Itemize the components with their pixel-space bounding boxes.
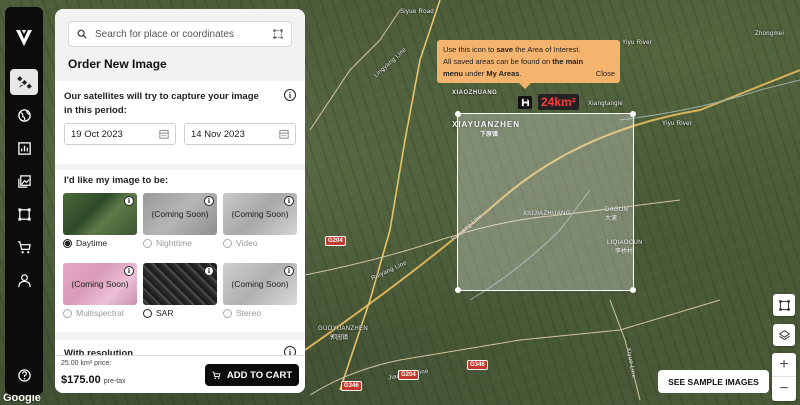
aoi-handle-bottom-right[interactable] [630, 287, 636, 293]
nav-item-analytics[interactable] [10, 135, 38, 161]
app-logo-icon[interactable] [14, 28, 34, 48]
option-daytime[interactable]: i Daytime [63, 193, 137, 248]
sar-thumbnail: i [143, 263, 217, 305]
save-area-tooltip: Use this icon to save the Area of Intere… [437, 40, 620, 89]
add-to-cart-button[interactable]: ADD TO CART [205, 364, 299, 386]
multispectral-radio[interactable] [63, 308, 72, 318]
aoi-label: 24km² [518, 94, 579, 110]
search-icon [77, 29, 87, 39]
area-select-icon [17, 207, 31, 221]
draw-area-button[interactable] [773, 294, 795, 316]
option-video[interactable]: (Coming Soon) i Video [223, 193, 297, 248]
route-shield-g346: G346 [341, 381, 362, 391]
zoom-in-button[interactable]: + [772, 353, 796, 377]
save-area-icon[interactable] [518, 95, 532, 109]
info-icon[interactable]: i [124, 196, 134, 206]
order-panel: Order New Image Our satellites will try … [55, 9, 305, 393]
video-thumbnail: (Coming Soon) i [223, 193, 297, 235]
info-icon[interactable]: i [204, 196, 214, 206]
nighttime-radio[interactable] [143, 238, 152, 248]
order-footer: 25.00 km² price: $175.00 pre-tax ADD TO C… [55, 355, 305, 393]
sar-radio[interactable] [143, 308, 152, 318]
main-nav [5, 7, 43, 395]
capture-period-card: Our satellites will try to capture your … [55, 81, 305, 164]
map-label-xiaozhuang: XIAOZHUANG [452, 90, 498, 96]
help-icon [17, 368, 31, 382]
aoi-handle-bottom-left[interactable] [455, 287, 461, 293]
option-nighttime[interactable]: (Coming Soon) i Nighttime [143, 193, 217, 248]
image-type-text: I'd like my image to be: [64, 175, 169, 186]
nighttime-thumbnail: (Coming Soon) i [143, 193, 217, 235]
user-icon [17, 273, 31, 287]
draw-area-icon[interactable] [273, 29, 283, 39]
map-label-zhongmei: Zhongmei [755, 31, 785, 37]
cart-icon [17, 240, 31, 253]
nav-item-satellite[interactable] [10, 69, 38, 95]
multispectral-thumbnail: (Coming Soon) i [63, 263, 137, 305]
route-shield-g204-b: G204 [398, 370, 419, 380]
end-date-value: 14 Nov 2023 [191, 128, 245, 140]
route-shield-g346-b: G346 [467, 360, 488, 370]
panel-title: Order New Image [68, 57, 167, 71]
stereo-thumbnail: (Coming Soon) i [223, 263, 297, 305]
start-date-field[interactable]: 19 Oct 2023 [64, 123, 176, 145]
nav-item-areas[interactable] [10, 201, 38, 227]
satellite-icon [16, 75, 32, 89]
layers-icon [778, 329, 790, 340]
zoom-out-button[interactable]: − [772, 377, 796, 401]
zoom-control: + − [772, 353, 796, 401]
globe-icon [17, 108, 31, 122]
stereo-radio[interactable] [223, 308, 232, 318]
video-radio[interactable] [223, 238, 232, 248]
daytime-radio[interactable] [63, 238, 72, 248]
area-select-icon [778, 299, 790, 311]
nav-item-cart[interactable] [10, 234, 38, 260]
map-label-xiangtangle: Xiangtangle [588, 101, 623, 107]
chart-icon [17, 141, 31, 155]
map-label-guoyuanzhen: GUOYUANZHEN 郭园镇 [318, 326, 368, 341]
price-label: 25.00 km² price: [61, 360, 112, 367]
search-input[interactable] [95, 28, 273, 40]
info-icon[interactable]: i [284, 266, 294, 276]
images-icon [17, 174, 31, 188]
cart-icon [212, 371, 221, 379]
layers-button[interactable] [773, 324, 795, 346]
nav-item-account[interactable] [10, 267, 38, 293]
image-type-card: I'd like my image to be: i Daytime (Comi… [55, 170, 305, 332]
capture-period-text: Our satellites will try to capture your … [64, 91, 259, 116]
search-box [68, 21, 292, 47]
aoi-handle-top-left[interactable] [455, 111, 461, 117]
nav-item-globe[interactable] [10, 102, 38, 128]
option-multispectral[interactable]: (Coming Soon) i Multispectral [63, 263, 137, 318]
info-icon[interactable]: i [204, 266, 214, 276]
option-stereo[interactable]: (Coming Soon) i Stereo [223, 263, 297, 318]
map-label-yiyu-river-2: Yiyu River [622, 40, 653, 46]
end-date-field[interactable]: 14 Nov 2023 [184, 123, 296, 145]
option-sar[interactable]: i SAR [143, 263, 217, 318]
nav-item-help[interactable] [10, 362, 38, 388]
info-icon[interactable]: i [284, 89, 296, 101]
route-shield-g204: G204 [325, 236, 346, 246]
daytime-thumbnail: i [63, 193, 137, 235]
calendar-icon [279, 130, 289, 139]
aoi-handle-top-right[interactable] [630, 111, 636, 117]
area-of-interest-box[interactable] [455, 111, 636, 293]
price-value: $175.00 pre-tax [61, 374, 126, 386]
map-label-yiyu-river: Yiyu River [662, 121, 693, 127]
nav-item-gallery[interactable] [10, 168, 38, 194]
calendar-icon [159, 130, 169, 139]
tooltip-close-button[interactable]: Close [596, 68, 615, 80]
info-icon[interactable]: i [284, 196, 294, 206]
aoi-area-readout: 24km² [538, 94, 579, 110]
map-label-top: Siyue Road [400, 9, 435, 15]
see-sample-images-button[interactable]: SEE SAMPLE IMAGES [658, 370, 769, 393]
info-icon[interactable]: i [124, 266, 134, 276]
start-date-value: 19 Oct 2023 [71, 128, 123, 140]
